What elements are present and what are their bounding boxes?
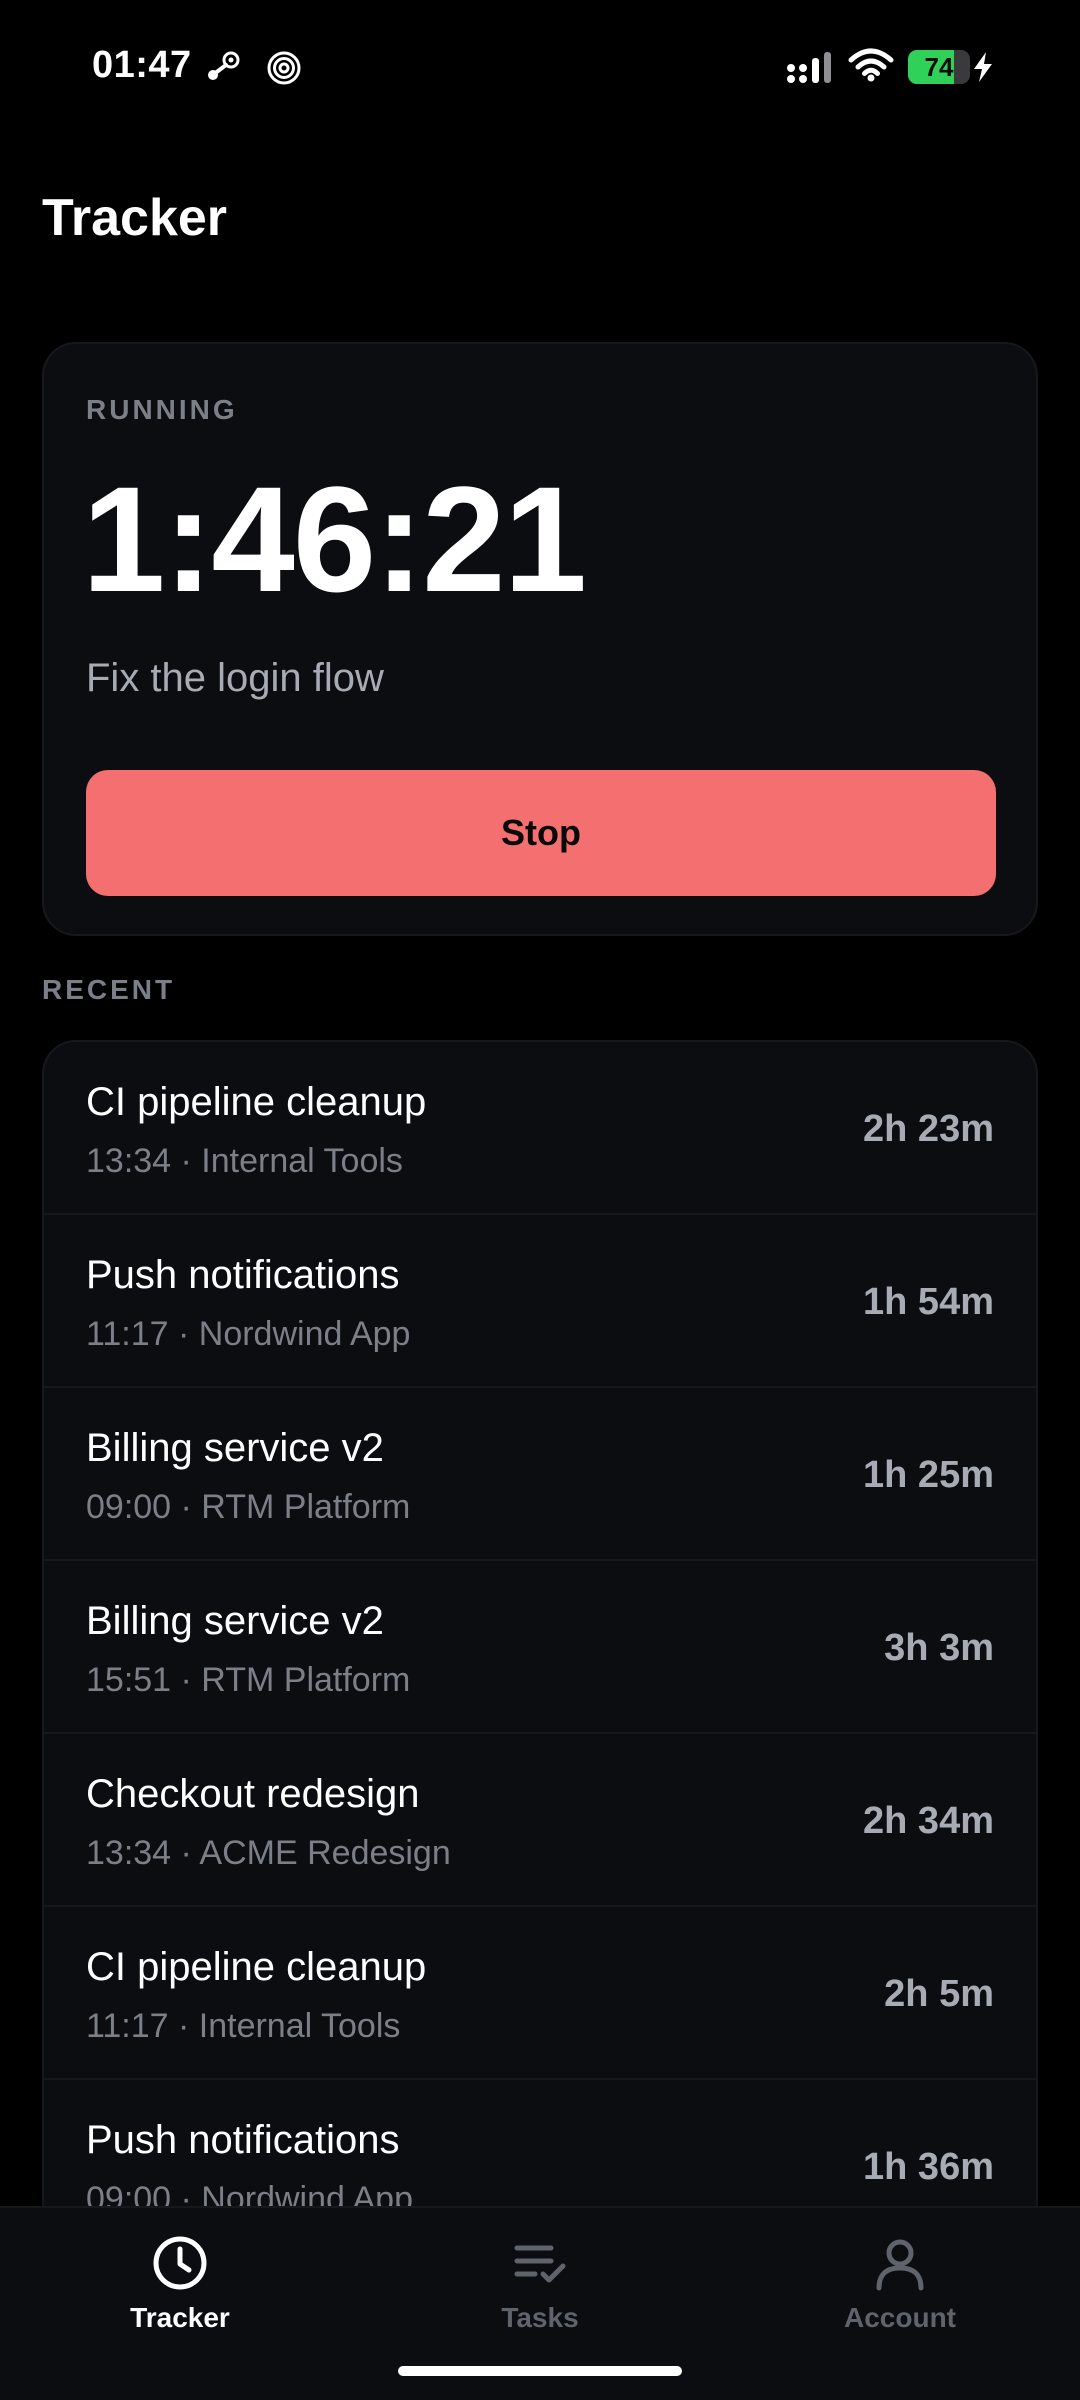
stop-button[interactable]: Stop	[86, 770, 996, 896]
item-duration: 2h 34m	[863, 1800, 994, 1842]
nav-tab-tracker[interactable]: Tracker	[60, 2234, 300, 2364]
page-title: Tracker	[42, 189, 228, 247]
nav-label: Tasks	[501, 2302, 579, 2333]
item-title: Push notifications	[86, 1253, 400, 1297]
wifi-icon	[848, 48, 894, 82]
item-duration: 1h 36m	[863, 2146, 994, 2188]
item-meta: 09:00 · RTM Platform	[86, 1488, 411, 1526]
item-duration: 1h 54m	[863, 1281, 994, 1323]
recent-list[interactable]: CI pipeline cleanup 13:34 · Internal Too…	[42, 1040, 1038, 2340]
nav-label: Tracker	[130, 2302, 230, 2333]
status-time: 01:47	[92, 44, 192, 86]
item-duration: 2h 23m	[863, 1108, 994, 1150]
item-title: CI pipeline cleanup	[86, 1945, 427, 1989]
item-title: Billing service v2	[86, 1426, 384, 1470]
item-meta: 13:34 · Internal Tools	[86, 1142, 403, 1180]
steam-icon	[208, 51, 240, 80]
list-item[interactable]: Checkout redesign 13:34 · ACME Redesign …	[44, 1734, 1036, 1907]
task-list-icon	[514, 2245, 566, 2283]
status-bar: 01:47 74	[0, 0, 1080, 130]
charging-bolt-icon	[974, 52, 992, 82]
item-duration: 3h 3m	[884, 1627, 994, 1669]
item-title: Push notifications	[86, 2118, 400, 2162]
list-item[interactable]: CI pipeline cleanup 13:34 · Internal Too…	[44, 1042, 1036, 1215]
running-task-name: Fix the login flow	[86, 656, 384, 700]
item-meta: 11:17 · Internal Tools	[86, 2007, 401, 2045]
item-duration: 2h 5m	[884, 1973, 994, 2015]
item-title: Checkout redesign	[86, 1772, 420, 1816]
person-icon	[876, 2239, 924, 2291]
tracker-screen: 01:47 74 Tracker RUNNING 1:46:21 Fix the…	[0, 0, 1080, 2400]
elapsed-timer: 1:46:21	[82, 455, 587, 623]
home-indicator[interactable]	[398, 2366, 682, 2376]
item-meta: 15:51 · RTM Platform	[86, 1661, 411, 1699]
item-duration: 1h 25m	[863, 1454, 994, 1496]
nav-label: Account	[844, 2302, 956, 2333]
battery-level: 74	[924, 52, 954, 82]
item-meta: 11:17 · Nordwind App	[86, 1315, 411, 1353]
signal-icon	[787, 52, 831, 83]
item-title: Billing service v2	[86, 1599, 384, 1643]
battery-icon: 74	[908, 50, 970, 84]
nav-tab-tasks[interactable]: Tasks	[420, 2234, 660, 2364]
running-timer-card: RUNNING 1:46:21 Fix the login flow Stop	[42, 342, 1038, 936]
list-item[interactable]: Billing service v2 09:00 · RTM Platform …	[44, 1388, 1036, 1561]
spiral-icon	[267, 51, 301, 85]
recent-section-label: RECENT	[42, 974, 176, 1005]
list-item[interactable]: CI pipeline cleanup 11:17 · Internal Too…	[44, 1907, 1036, 2080]
list-item[interactable]: Billing service v2 15:51 · RTM Platform …	[44, 1561, 1036, 1734]
item-meta: 13:34 · ACME Redesign	[86, 1834, 451, 1872]
running-label: RUNNING	[86, 394, 238, 425]
nav-tab-account[interactable]: Account	[780, 2234, 1020, 2364]
list-item[interactable]: Push notifications 11:17 · Nordwind App …	[44, 1215, 1036, 1388]
item-title: CI pipeline cleanup	[86, 1080, 427, 1124]
clock-icon	[153, 2236, 207, 2290]
